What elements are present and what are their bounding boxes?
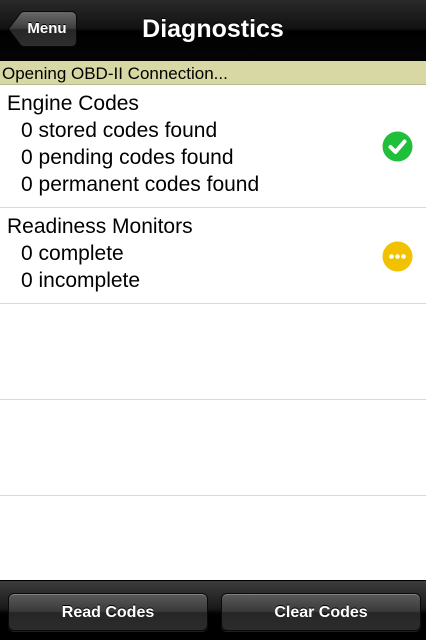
clear-codes-button[interactable]: Clear Codes [221,593,421,631]
ellipsis-icon [382,241,413,272]
menu-back-button[interactable]: Menu [8,11,77,47]
pending-codes-count: 0 pending codes found [21,146,234,169]
navigation-bar: Menu Diagnostics [0,0,426,61]
read-codes-button[interactable]: Read Codes [8,593,208,631]
list-item-readiness-monitors[interactable]: Readiness Monitors 0 complete 0 incomple… [0,208,426,304]
stored-codes-count: 0 stored codes found [21,119,218,142]
page-title: Diagnostics [142,15,284,43]
menu-back-button-label: Menu [27,20,67,37]
bottom-toolbar: Read Codes Clear Codes [0,580,426,640]
engine-codes-title: Engine Codes [7,92,139,115]
monitors-complete-count: 0 complete [21,242,124,265]
monitors-incomplete-count: 0 incomplete [21,269,141,292]
diagnostics-screen: Menu Diagnostics Opening OBD-II Connecti… [0,0,426,640]
list-item-engine-codes[interactable]: Engine Codes 0 stored codes found 0 pend… [0,86,426,208]
checkmark-icon [382,131,413,162]
connection-status-bar: Opening OBD-II Connection... [0,61,426,85]
empty-row [0,304,426,400]
empty-row [0,400,426,496]
readiness-monitors-title: Readiness Monitors [7,215,193,238]
permanent-codes-count: 0 permanent codes found [21,173,260,196]
